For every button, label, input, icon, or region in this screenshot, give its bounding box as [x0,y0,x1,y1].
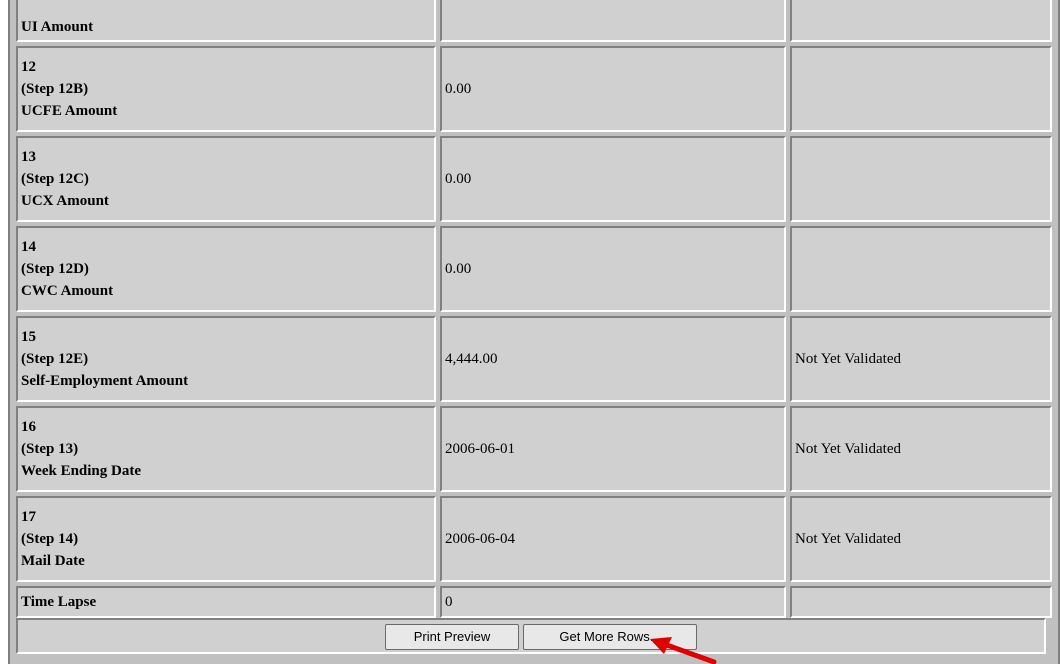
field-value-cell: 0.00 [440,136,786,222]
field-step-label: (Step 12D) [21,261,89,277]
field-step-label: (Step 13) [21,441,79,457]
table-row: 16 (Step 13) Week Ending Date 2006-06-01… [16,406,1052,492]
field-name-label: Mail Date [21,553,85,569]
table-row: 15 (Step 12E) Self-Employment Amount 4,4… [16,316,1052,402]
print-preview-button[interactable]: Print Preview [385,624,519,650]
field-step-label: (Step 12E) [21,351,89,367]
field-label-cell: 16 (Step 13) Week Ending Date [16,406,436,492]
field-label-cell: 14 (Step 12D) CWC Amount [16,226,436,312]
field-label-cell: 12 (Step 12B) UCFE Amount [16,46,436,132]
field-status-cell: Not Yet Validated [790,406,1052,492]
field-name-label: Self-Employment Amount [21,373,189,389]
field-name-label: CWC Amount [21,283,114,299]
field-value-cell: 0.00 [440,46,786,132]
field-status-cell: Not Yet Validated [790,316,1052,402]
table-row: 13 (Step 12C) UCX Amount 0.00 [16,136,1052,222]
results-panel: UI Amount 12 (Step 12B) UCFE Amount 0.00… [8,0,1060,664]
field-value-cell: 4,444.00 [440,316,786,402]
time-lapse-label: Time Lapse [16,586,436,618]
field-step-label: (Step 12C) [21,171,89,187]
field-step-label: (Step 14) [21,531,79,547]
table-row: 14 (Step 12D) CWC Amount 0.00 [16,226,1052,312]
field-number-label: 13 [21,149,36,165]
field-number-label: 12 [21,59,36,75]
field-status-cell [790,226,1052,312]
table-row: 12 (Step 12B) UCFE Amount 0.00 [16,46,1052,132]
field-value-cell: 2006-06-04 [440,496,786,582]
field-step-label [21,0,432,16]
field-number-label: 16 [21,419,36,435]
results-table: UI Amount 12 (Step 12B) UCFE Amount 0.00… [12,0,1056,622]
table-row: UI Amount [16,0,1052,42]
field-value-cell: 2006-06-01 [440,406,786,492]
field-number-label: 17 [21,509,36,525]
field-label-cell: 17 (Step 14) Mail Date [16,496,436,582]
time-lapse-value: 0 [440,586,786,618]
field-step-label: (Step 12B) [21,81,89,97]
field-status-cell [790,46,1052,132]
field-name-label: Week Ending Date [21,463,142,479]
field-number-label: 14 [21,239,36,255]
button-bar: Print Preview Get More Rows... [16,618,1046,654]
annotation-arrow-icon [650,637,717,664]
field-name-label: UI Amount [21,19,94,35]
field-label-cell: UI Amount [16,0,436,42]
table-row: Time Lapse 0 [16,586,1052,618]
field-name-label: UCX Amount [21,193,109,209]
field-name-label: UCFE Amount [21,103,118,119]
field-status-cell [790,0,1052,42]
field-label-cell: 15 (Step 12E) Self-Employment Amount [16,316,436,402]
field-label-cell: 13 (Step 12C) UCX Amount [16,136,436,222]
field-value-cell [440,0,786,42]
field-status-cell: Not Yet Validated [790,496,1052,582]
table-row: 17 (Step 14) Mail Date 2006-06-04 Not Ye… [16,496,1052,582]
time-lapse-status [790,586,1052,618]
field-status-cell [790,136,1052,222]
field-number-label: 15 [21,329,36,345]
field-value-cell: 0.00 [440,226,786,312]
